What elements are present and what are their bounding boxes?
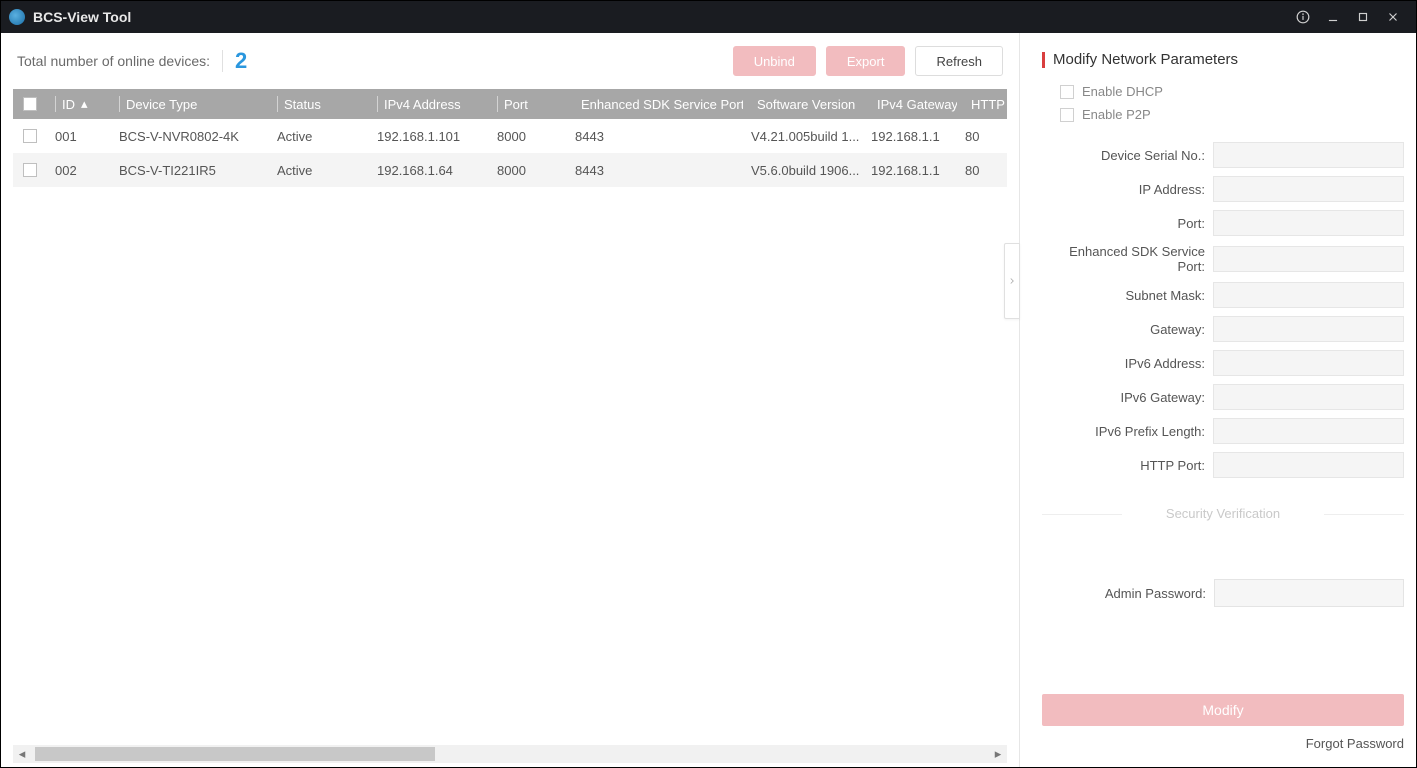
- cell-id: 002: [47, 153, 111, 187]
- cell-port: 8000: [489, 153, 567, 187]
- table-row[interactable]: 002 BCS-V-TI221IR5 Active 192.168.1.64 8…: [13, 153, 1007, 187]
- select-all-checkbox[interactable]: [23, 97, 37, 111]
- p2p-checkbox-row: Enable P2P: [1060, 107, 1404, 122]
- cell-device-type: BCS-V-TI221IR5: [111, 153, 269, 187]
- gateway-label: Gateway:: [1042, 322, 1213, 337]
- ipv6p-input[interactable]: [1213, 418, 1404, 444]
- checkbox-group: Enable DHCP Enable P2P: [1060, 84, 1404, 130]
- ip-label: IP Address:: [1042, 182, 1213, 197]
- cell-version: V4.21.005build 1...: [743, 119, 863, 153]
- cell-esdk: 8443: [567, 153, 743, 187]
- admin-password-row: Admin Password:: [1042, 579, 1404, 607]
- col-port[interactable]: Port: [489, 89, 567, 119]
- serial-input[interactable]: [1213, 142, 1404, 168]
- dhcp-checkbox[interactable]: [1060, 85, 1074, 99]
- cell-http: 80: [957, 119, 1007, 153]
- security-verification-label: Security Verification: [1042, 506, 1404, 521]
- http-label: HTTP Port:: [1042, 458, 1213, 473]
- app-window: BCS-View Tool Total number of online dev…: [0, 0, 1417, 768]
- port-input[interactable]: [1213, 210, 1404, 236]
- cell-status: Active: [269, 153, 369, 187]
- titlebar: BCS-View Tool: [1, 1, 1416, 33]
- p2p-label: Enable P2P: [1082, 107, 1151, 122]
- subnet-input[interactable]: [1213, 282, 1404, 308]
- divider: [222, 50, 223, 72]
- info-icon[interactable]: [1288, 1, 1318, 33]
- network-form: Device Serial No.: IP Address: Port: Enh…: [1042, 142, 1404, 486]
- app-title: BCS-View Tool: [33, 9, 131, 25]
- cell-gateway: 192.168.1.1: [863, 119, 957, 153]
- main-panel: Total number of online devices: 2 Unbind…: [1, 33, 1020, 767]
- http-input[interactable]: [1213, 452, 1404, 478]
- cell-http: 80: [957, 153, 1007, 187]
- table-body: 001 BCS-V-NVR0802-4K Active 192.168.1.10…: [13, 119, 1007, 187]
- port-label: Port:: [1042, 216, 1213, 231]
- cell-status: Active: [269, 119, 369, 153]
- ipv6a-label: IPv6 Address:: [1042, 356, 1213, 371]
- refresh-button[interactable]: Refresh: [915, 46, 1003, 76]
- serial-label: Device Serial No.:: [1042, 148, 1213, 163]
- collapse-handle[interactable]: [1004, 243, 1020, 319]
- close-icon[interactable]: [1378, 1, 1408, 33]
- admin-password-label: Admin Password:: [1042, 586, 1214, 601]
- gateway-input[interactable]: [1213, 316, 1404, 342]
- col-status[interactable]: Status: [269, 89, 369, 119]
- esdk-label: Enhanced SDK Service Port:: [1042, 244, 1213, 274]
- scroll-left-icon[interactable]: ◂: [13, 745, 31, 763]
- scroll-right-icon[interactable]: ▸: [989, 745, 1007, 763]
- ipv6g-label: IPv6 Gateway:: [1042, 390, 1213, 405]
- col-http[interactable]: HTTP: [957, 89, 1007, 119]
- app-logo-icon: [9, 9, 25, 25]
- dhcp-label: Enable DHCP: [1082, 84, 1163, 99]
- side-title: Modify Network Parameters: [1042, 51, 1404, 68]
- export-button[interactable]: Export: [826, 46, 906, 76]
- side-panel: Modify Network Parameters Enable DHCP En…: [1020, 33, 1417, 767]
- accent-bar-icon: [1042, 52, 1045, 68]
- device-count-value: 2: [235, 48, 247, 74]
- maximize-icon[interactable]: [1348, 1, 1378, 33]
- horizontal-scrollbar[interactable]: ◂ ▸: [13, 745, 1007, 763]
- cell-ipv4: 192.168.1.101: [369, 119, 489, 153]
- subnet-label: Subnet Mask:: [1042, 288, 1213, 303]
- sort-asc-icon: ▴: [81, 96, 88, 112]
- esdk-input[interactable]: [1213, 246, 1404, 272]
- ipv6p-label: IPv6 Prefix Length:: [1042, 424, 1213, 439]
- col-device-type[interactable]: Device Type: [111, 89, 269, 119]
- col-esdk[interactable]: Enhanced SDK Service Port: [567, 89, 743, 119]
- side-footer: Modify Forgot Password: [1042, 666, 1404, 751]
- col-version[interactable]: Software Version: [743, 89, 863, 119]
- ipv6g-input[interactable]: [1213, 384, 1404, 410]
- content: Total number of online devices: 2 Unbind…: [1, 33, 1416, 767]
- row-checkbox[interactable]: [23, 163, 37, 177]
- forgot-password-link[interactable]: Forgot Password: [1042, 736, 1404, 751]
- col-ipv4[interactable]: IPv4 Address: [369, 89, 489, 119]
- cell-id: 001: [47, 119, 111, 153]
- ip-input[interactable]: [1213, 176, 1404, 202]
- ipv6a-input[interactable]: [1213, 350, 1404, 376]
- minimize-icon[interactable]: [1318, 1, 1348, 33]
- device-table: ID▴ Device Type Status IPv4 Address Port…: [13, 89, 1007, 741]
- cell-ipv4: 192.168.1.64: [369, 153, 489, 187]
- cell-device-type: BCS-V-NVR0802-4K: [111, 119, 269, 153]
- device-count-label: Total number of online devices:: [17, 53, 210, 69]
- col-gateway[interactable]: IPv4 Gateway: [863, 89, 957, 119]
- dhcp-checkbox-row: Enable DHCP: [1060, 84, 1404, 99]
- col-id[interactable]: ID▴: [47, 89, 111, 119]
- table-header: ID▴ Device Type Status IPv4 Address Port…: [13, 89, 1007, 119]
- modify-button[interactable]: Modify: [1042, 694, 1404, 726]
- main-toolbar: Total number of online devices: 2 Unbind…: [1, 33, 1019, 89]
- admin-password-input[interactable]: [1214, 579, 1404, 607]
- cell-gateway: 192.168.1.1: [863, 153, 957, 187]
- cell-esdk: 8443: [567, 119, 743, 153]
- row-checkbox[interactable]: [23, 129, 37, 143]
- cell-version: V5.6.0build 1906...: [743, 153, 863, 187]
- cell-port: 8000: [489, 119, 567, 153]
- p2p-checkbox[interactable]: [1060, 108, 1074, 122]
- scroll-thumb[interactable]: [35, 747, 435, 761]
- table-row[interactable]: 001 BCS-V-NVR0802-4K Active 192.168.1.10…: [13, 119, 1007, 153]
- unbind-button[interactable]: Unbind: [733, 46, 816, 76]
- scroll-track[interactable]: [31, 747, 989, 761]
